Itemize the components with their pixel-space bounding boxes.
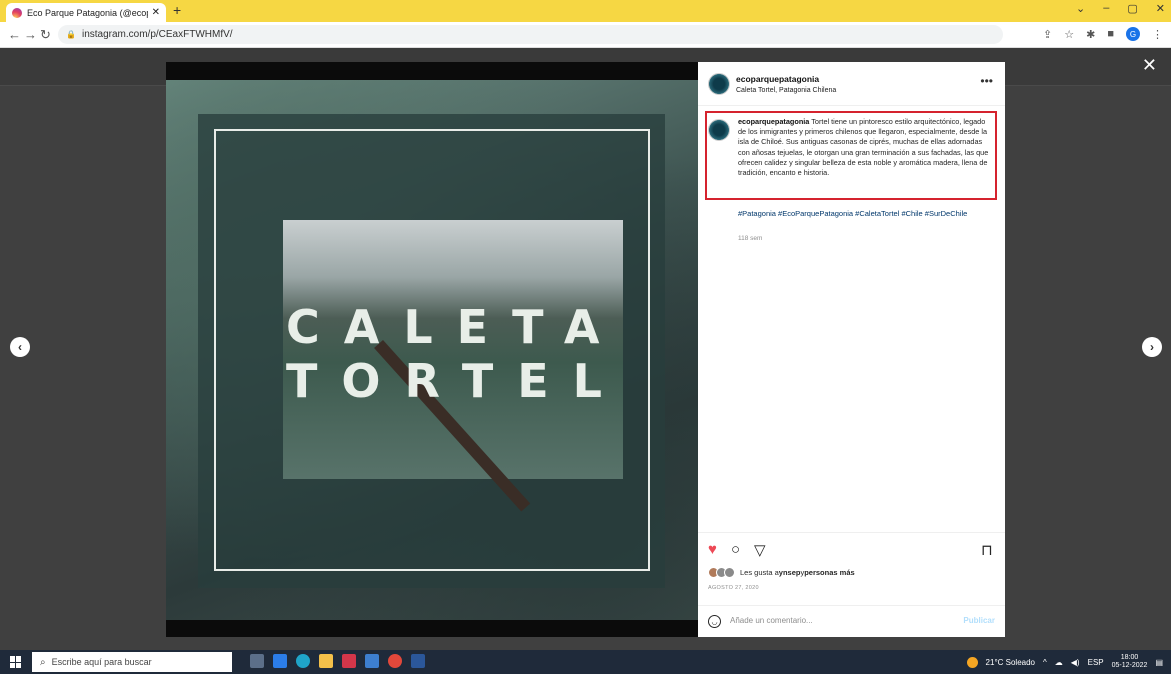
edge-icon[interactable] [296, 654, 310, 668]
post-image[interactable]: CALETA TORTEL [166, 62, 698, 637]
url-text: instagram.com/p/CEaxFTWHMfV/ [81, 29, 233, 40]
windows-taskbar: ⌕ Escribe aquí para buscar 21°C Soleado … [0, 650, 1171, 674]
liker-avatars [708, 567, 735, 578]
more-options-icon[interactable]: ••• [980, 74, 993, 88]
hashtags[interactable]: #Patagonia #EcoParquePatagonia #CaletaTo… [738, 208, 988, 219]
time-ago: 118 sem [738, 235, 763, 242]
like-heart-icon[interactable]: ♥ [708, 541, 717, 558]
bookmark-star-icon[interactable]: ☆ [1064, 28, 1074, 41]
likes-others[interactable]: personas más [804, 568, 854, 577]
next-post-arrow-icon[interactable]: › [1142, 337, 1162, 357]
forward-arrow-icon[interactable]: → [24, 27, 37, 42]
post-location[interactable]: Caleta Tortel, Patagonia Chilena [736, 87, 836, 94]
share-send-icon[interactable]: ▽ [754, 541, 766, 559]
likes-summary[interactable]: Les gusta a ynsep y personas más [708, 567, 855, 578]
tab-close-icon[interactable]: ✕ [152, 7, 160, 18]
lock-icon: 🔒 [66, 30, 76, 39]
clock[interactable]: 18:00 05-12-2022 [1112, 654, 1148, 670]
likes-user[interactable]: ynsep [779, 568, 801, 577]
author-avatar[interactable] [708, 73, 730, 95]
mcafee-icon[interactable] [342, 654, 356, 668]
word-icon[interactable] [411, 654, 425, 668]
share-icon[interactable]: ⇪ [1043, 28, 1052, 41]
maximize-button[interactable]: ▢ [1127, 2, 1137, 15]
address-bar-row: ← → ↻ 🔒 instagram.com/p/CEaxFTWHMfV/ ⇪ ☆… [0, 22, 1171, 48]
window-controls: ⌄ – ▢ ✕ [1076, 2, 1165, 15]
comment-icon[interactable]: ○ [731, 541, 740, 558]
tab-title: Eco Parque Patagonia (@ecoparc [27, 7, 148, 18]
author-username[interactable]: ecoparquepatagonia [736, 74, 819, 84]
network-icon[interactable]: ☁ [1055, 658, 1063, 667]
tray-chevron-icon[interactable]: ^ [1043, 658, 1047, 667]
post-header: ecoparquepatagonia Caleta Tortel, Patago… [698, 62, 1005, 106]
chrome-icon[interactable] [388, 654, 402, 668]
image-title-line1: CALETA [286, 300, 624, 354]
save-bookmark-icon[interactable]: ⊓ [981, 541, 993, 559]
post-date: AGOSTO 27, 2020 [708, 585, 759, 591]
taskbar-apps [250, 654, 425, 668]
url-input[interactable]: 🔒 instagram.com/p/CEaxFTWHMfV/ [58, 25, 1003, 44]
windows-start-icon[interactable] [10, 656, 22, 668]
close-modal-icon[interactable]: ✕ [1142, 55, 1157, 76]
minimize-button[interactable]: – [1103, 2, 1109, 15]
extensions-icon[interactable]: ✱ [1086, 28, 1095, 41]
close-window-button[interactable]: ✕ [1156, 2, 1165, 15]
sidepanel-icon[interactable]: ■ [1107, 28, 1114, 40]
browser-tab-bar: Eco Parque Patagonia (@ecoparc ✕ + ⌄ – ▢… [0, 0, 1171, 22]
language-indicator[interactable]: ESP [1088, 658, 1104, 667]
caption-body: Tortel tiene un pintoresco estilo arquit… [738, 117, 989, 178]
weather-sun-icon[interactable] [966, 656, 978, 668]
file-explorer-icon[interactable] [319, 654, 333, 668]
photos-icon[interactable] [365, 654, 379, 668]
taskbar-search-input[interactable]: ⌕ Escribe aquí para buscar [32, 652, 232, 672]
browser-toolbar-icons: ⇪ ☆ ✱ ■ G ⋮ [1043, 27, 1163, 41]
post-side-panel: ecoparquepatagonia Caleta Tortel, Patago… [698, 62, 1005, 637]
publish-button[interactable]: Publicar [963, 616, 995, 625]
browser-tab[interactable]: Eco Parque Patagonia (@ecoparc ✕ [6, 3, 166, 22]
back-arrow-icon[interactable]: ← [8, 27, 21, 42]
tab-search-icon[interactable]: ⌄ [1076, 2, 1085, 15]
profile-avatar-icon[interactable]: G [1126, 27, 1140, 41]
caption-username[interactable]: ecoparquepatagonia [738, 117, 809, 126]
clock-time: 18:00 [1120, 654, 1139, 661]
image-title-line2: TORTEL [286, 354, 626, 408]
caption-avatar[interactable] [708, 119, 730, 141]
previous-post-arrow-icon[interactable]: ‹ [10, 337, 30, 357]
comment-row: ◡ Añade un comentario... Publicar [698, 605, 1005, 637]
likes-prefix: Les gusta a [740, 568, 779, 577]
taskbar-search-placeholder: Escribe aquí para buscar [51, 657, 152, 667]
notifications-icon[interactable]: ▤ [1155, 658, 1163, 667]
weather-text[interactable]: 21°C Soleado [986, 658, 1035, 667]
volume-icon[interactable]: ◀) [1071, 658, 1080, 667]
caption: ecoparquepatagonia Tortel tiene un pinto… [738, 117, 990, 178]
new-tab-button[interactable]: + [173, 2, 181, 18]
menu-dots-icon[interactable]: ⋮ [1152, 28, 1163, 41]
post-actions: ♥ ○ ▽ ⊓ [698, 532, 1005, 566]
emoji-icon[interactable]: ◡ [708, 615, 721, 628]
system-tray: 21°C Soleado ^ ☁ ◀) ESP 18:00 05-12-2022… [966, 654, 1163, 670]
instagram-favicon-icon [12, 7, 22, 18]
task-view-icon[interactable] [250, 654, 264, 668]
comment-input[interactable]: Añade un comentario... [730, 616, 813, 625]
widgets-icon[interactable] [273, 654, 287, 668]
search-icon: ⌕ [40, 656, 46, 668]
clock-date: 05-12-2022 [1111, 662, 1148, 669]
reload-icon[interactable]: ↻ [40, 27, 51, 43]
